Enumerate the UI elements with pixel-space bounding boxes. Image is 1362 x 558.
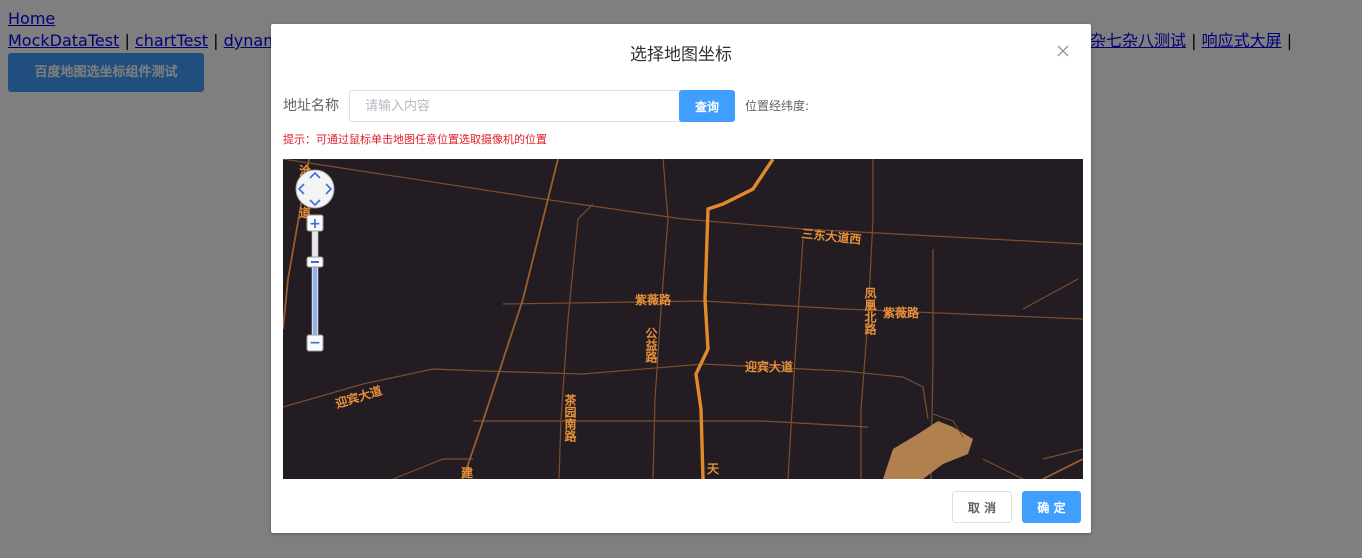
road-label: 凤凰北路 — [863, 287, 877, 336]
hint-text: 提示：可通过鼠标单击地图任意位置选取摄像机的位置 — [283, 133, 547, 146]
confirm-button[interactable]: 确 定 — [1022, 491, 1081, 523]
svg-text:−: − — [309, 335, 321, 351]
highway-road — [694, 159, 775, 479]
zoom-slider-icon[interactable] — [306, 256, 324, 268]
road-label: 迎宾大道 — [333, 383, 383, 411]
road-label: 天 — [707, 462, 720, 476]
address-input[interactable] — [349, 90, 699, 122]
minor-roads — [283, 159, 1083, 479]
road-label: 三东大道西 — [801, 226, 862, 247]
map-picker-dialog: 选择地图坐标 地址名称 查询 位置经纬度: 提示：可通过鼠标单击地图任意位置选取… — [271, 24, 1091, 533]
coordinate-label: 位置经纬度: — [745, 99, 810, 113]
road-label: 迎宾大道 — [745, 359, 793, 374]
svg-text:+: + — [309, 216, 321, 232]
arterial-roads — [283, 159, 1083, 479]
zoom-slider-fill — [313, 265, 317, 343]
query-button[interactable]: 查询 — [679, 90, 735, 122]
address-label: 地址名称 — [283, 98, 339, 114]
road-label: 建 — [460, 465, 474, 479]
close-icon[interactable] — [1054, 42, 1072, 60]
cancel-button[interactable]: 取 消 — [952, 491, 1012, 523]
zoom-out-icon[interactable]: − — [306, 334, 324, 352]
road-label: 紫薇路 — [883, 305, 920, 320]
park-area — [883, 421, 973, 479]
dialog-title: 选择地图坐标 — [630, 45, 732, 65]
zoom-in-icon[interactable]: + — [306, 214, 324, 232]
road-label: 紫薇路 — [635, 292, 672, 307]
pan-control-icon[interactable] — [295, 169, 335, 209]
map-canvas[interactable]: 三东大道西 紫薇路 紫薇路 迎宾大道 迎宾大道 公益路 凤凰北路 茶园南路 天 … — [283, 159, 1083, 479]
road-label: 公益路 — [644, 327, 658, 364]
road-label: 茶园南路 — [563, 393, 577, 443]
map-svg: 三东大道西 紫薇路 紫薇路 迎宾大道 迎宾大道 公益路 凤凰北路 茶园南路 天 … — [283, 159, 1083, 479]
